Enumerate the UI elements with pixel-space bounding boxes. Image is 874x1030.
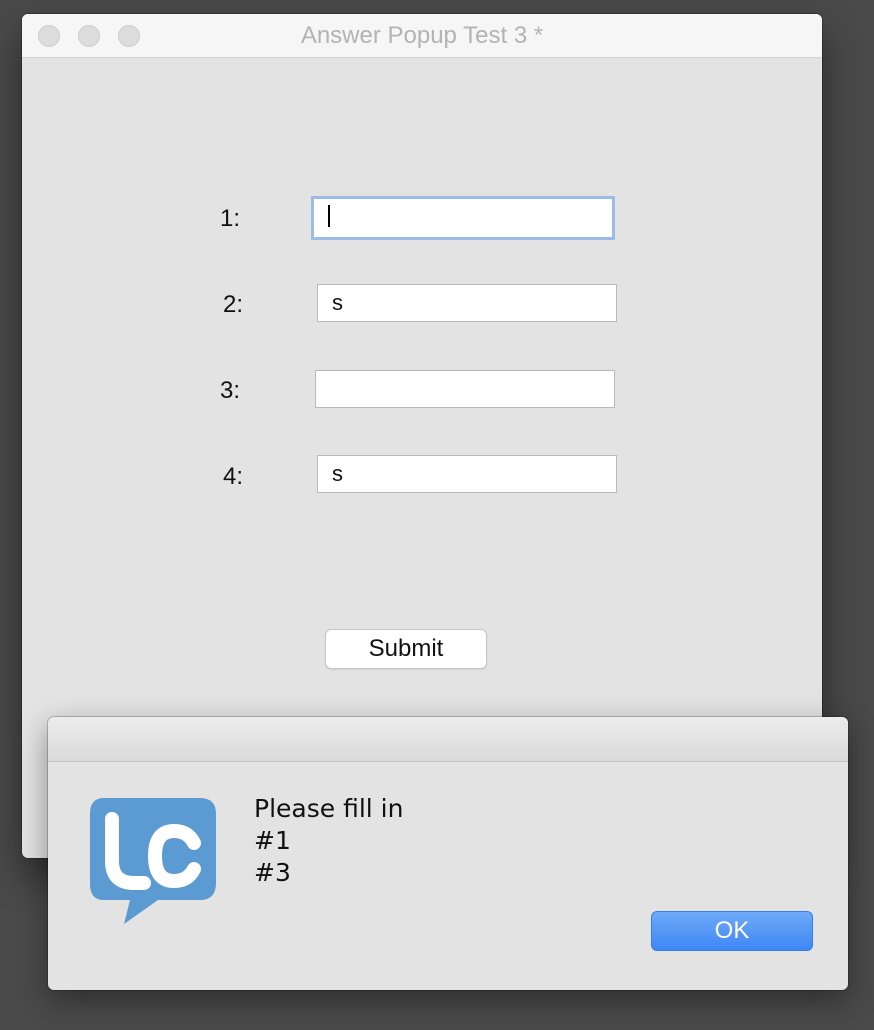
answer-2-value: s xyxy=(332,290,343,315)
field-3-label: 3: xyxy=(220,377,241,404)
answer-2-input[interactable]: s xyxy=(317,284,617,322)
answer-dialog: Please fill in #1 #3 OK xyxy=(48,717,848,990)
answer-4-input[interactable]: s xyxy=(317,455,617,493)
answer-3-input[interactable] xyxy=(315,370,615,408)
title-bar: Answer Popup Test 3 * xyxy=(22,14,822,58)
message-line: #3 xyxy=(254,858,291,887)
dialog-title-bar xyxy=(48,717,848,762)
livecode-logo-icon xyxy=(90,798,216,924)
field-1-label: 1: xyxy=(220,205,241,232)
dialog-message: Please fill in #1 #3 xyxy=(254,793,403,889)
submit-button[interactable]: Submit xyxy=(325,629,487,669)
message-line: #1 xyxy=(254,826,291,855)
field-2-label: 2: xyxy=(223,291,244,318)
answer-4-value: s xyxy=(332,461,343,486)
answer-1-input[interactable] xyxy=(311,196,615,240)
ok-button[interactable]: OK xyxy=(651,911,813,951)
text-caret xyxy=(328,205,330,227)
window-title: Answer Popup Test 3 * xyxy=(300,22,544,49)
message-line: Please fill in xyxy=(254,794,404,823)
field-4-label: 4: xyxy=(223,463,244,490)
